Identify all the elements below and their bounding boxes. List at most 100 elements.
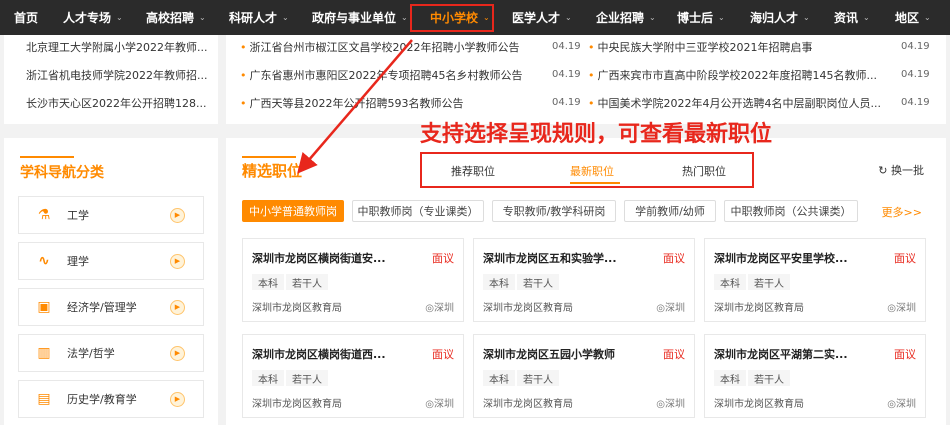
news-link[interactable]: 浙江省机电技师学院2022年教师招... <box>26 65 212 85</box>
job-tag: 本科 <box>714 274 746 290</box>
book-icon: ▤ <box>37 391 51 407</box>
nav-item-postdoc[interactable]: 博士后 ⌄ <box>677 0 725 35</box>
job-card[interactable]: 深圳市龙岗区平湖第二实... 面议 本科 若干人 深圳市龙岗区教育局 ◎深圳 <box>704 334 926 418</box>
nav-item-research[interactable]: 科研人才 ⌄ <box>229 0 289 35</box>
job-card[interactable]: 深圳市龙岗区横岗街道安... 面议 本科 若干人 深圳市龙岗区教育局 ◎深圳 <box>242 238 464 322</box>
chip-vocational-specialized[interactable]: 中职教师岗（专业课类） <box>352 200 484 222</box>
job-title: 深圳市龙岗区横岗街道安... <box>252 252 386 265</box>
nav-item-region[interactable]: 地区 ⌄ <box>895 0 931 35</box>
news-link[interactable]: • 广西来宾市市直高中阶段学校2022年度招聘145名教师... <box>588 65 888 85</box>
news-date: 04.19 <box>901 41 930 52</box>
chip-preschool[interactable]: 学前教师/幼师 <box>624 200 716 222</box>
news-title: 广西来宾市市直高中阶段学校2022年度招聘145名教师... <box>597 69 877 82</box>
chip-primary-teacher[interactable]: 中小学普通教师岗 <box>242 200 344 222</box>
location-pin-icon: ◎ <box>887 303 896 314</box>
news-title: 中央民族大学附中三亚学校2021年招聘启事 <box>597 41 813 54</box>
news-date: 04.19 <box>901 69 930 80</box>
category-item-economics[interactable]: ▣ 经济学/管理学 ▶ <box>18 288 204 326</box>
job-employer: 深圳市龙岗区教育局 <box>483 303 573 314</box>
job-employer: 深圳市龙岗区教育局 <box>252 399 342 410</box>
bullet-icon: • <box>240 68 247 82</box>
chip-fulltime-research[interactable]: 专职教师/教学科研岗 <box>492 200 616 222</box>
job-card[interactable]: 深圳市龙岗区平安里学校... 面议 本科 若干人 深圳市龙岗区教育局 ◎深圳 <box>704 238 926 322</box>
chevron-down-icon: ⌄ <box>199 13 206 22</box>
job-location: ◎深圳 <box>887 299 916 314</box>
refresh-button[interactable]: ↻ 换一批 <box>878 162 924 178</box>
category-item-science[interactable]: ∿ 理学 ▶ <box>18 242 204 280</box>
news-title: 广西天等县2022年公开招聘593名教师公告 <box>249 97 464 110</box>
job-location: ◎深圳 <box>425 299 454 314</box>
job-tag: 若干人 <box>748 370 790 386</box>
category-label: 工学 <box>67 209 89 222</box>
featured-jobs-panel: 精选职位 推荐职位 最新职位 热门职位 ↻ 换一批 中小学普通教师岗 中职教师岗… <box>226 138 946 425</box>
category-item-engineering[interactable]: ⚗ 工学 ▶ <box>18 196 204 234</box>
job-location-label: 深圳 <box>896 399 916 410</box>
job-location-label: 深圳 <box>665 399 685 410</box>
job-tag: 本科 <box>483 370 515 386</box>
job-tag: 本科 <box>714 370 746 386</box>
flask-icon: ⚗ <box>37 207 51 223</box>
category-title: 学科导航分类 <box>20 165 104 181</box>
nav-label: 海归人才 <box>750 11 799 25</box>
category-item-history[interactable]: ▤ 历史学/教育学 ▶ <box>18 380 204 418</box>
nav-label: 人才专场 <box>63 11 112 25</box>
nav-item-government[interactable]: 政府与事业单位 ⌄ <box>312 0 408 35</box>
job-card[interactable]: 深圳市龙岗区五和实验学... 面议 本科 若干人 深圳市龙岗区教育局 ◎深圳 <box>473 238 695 322</box>
job-tag: 本科 <box>252 370 284 386</box>
news-link[interactable]: • 浙江省台州市椒江区文昌学校2022年招聘小学教师公告 <box>240 37 546 57</box>
nav-item-returnees[interactable]: 海归人才 ⌄ <box>750 0 810 35</box>
nav-label: 首页 <box>14 11 39 25</box>
nav-item-enterprise[interactable]: 企业招聘 ⌄ <box>596 0 656 35</box>
job-title: 深圳市龙岗区平安里学校... <box>714 252 848 265</box>
bullet-icon: • <box>588 40 595 54</box>
nav-label: 医学人才 <box>512 11 561 25</box>
tab-latest[interactable]: 最新职位 <box>570 163 614 179</box>
bullet-icon: • <box>240 96 247 110</box>
news-link[interactable]: • 中国美术学院2022年4月公开选聘4名中层副职岗位人员... <box>588 93 888 113</box>
annotation-text: 支持选择呈现规则，可查看最新职位 <box>420 122 773 147</box>
category-label: 法学/哲学 <box>67 347 115 360</box>
play-icon: ▶ <box>170 345 185 361</box>
chart-icon: ▣ <box>37 299 51 315</box>
nav-item-medical[interactable]: 医学人才 ⌄ <box>512 0 572 35</box>
nav-item-news[interactable]: 资讯 ⌄ <box>834 0 870 35</box>
news-link[interactable]: • 广东省惠州市惠阳区2022年专项招聘45名乡村教师公告 <box>240 65 546 85</box>
nav-label: 企业招聘 <box>596 11 645 25</box>
news-link[interactable]: 长沙市天心区2022年公开招聘128... <box>26 93 212 113</box>
tab-recommended[interactable]: 推荐职位 <box>451 163 495 179</box>
tab-popular[interactable]: 热门职位 <box>682 163 726 179</box>
nav-item-university[interactable]: 高校招聘 ⌄ <box>146 0 206 35</box>
news-link[interactable]: • 广西天等县2022年公开招聘593名教师公告 <box>240 93 546 113</box>
job-card[interactable]: 深圳市龙岗区横岗街道西... 面议 本科 若干人 深圳市龙岗区教育局 ◎深圳 <box>242 334 464 418</box>
chevron-down-icon: ⌄ <box>565 13 572 22</box>
news-date: 04.19 <box>901 97 930 108</box>
category-label: 理学 <box>67 255 89 268</box>
job-title: 深圳市龙岗区横岗街道西... <box>252 348 386 361</box>
play-icon: ▶ <box>170 253 185 269</box>
nav-item-talent[interactable]: 人才专场 ⌄ <box>63 0 123 35</box>
job-tag: 若干人 <box>286 370 328 386</box>
nav-label: 资讯 <box>834 11 859 25</box>
section-underline <box>20 156 74 158</box>
category-item-law[interactable]: ▥ 法学/哲学 ▶ <box>18 334 204 372</box>
job-salary: 面议 <box>432 348 454 361</box>
job-tag: 若干人 <box>748 274 790 290</box>
job-card[interactable]: 深圳市龙岗区五园小学教师 面议 本科 若干人 深圳市龙岗区教育局 ◎深圳 <box>473 334 695 418</box>
job-salary: 面议 <box>894 252 916 265</box>
location-pin-icon: ◎ <box>887 399 896 410</box>
job-salary: 面议 <box>663 348 685 361</box>
location-pin-icon: ◎ <box>656 303 665 314</box>
news-link[interactable]: • 中央民族大学附中三亚学校2021年招聘启事 <box>588 37 888 57</box>
nav-item-home[interactable]: 首页 <box>14 0 38 35</box>
active-tab-underline <box>570 182 620 184</box>
chevron-down-icon: ⌄ <box>282 13 289 22</box>
job-location-label: 深圳 <box>896 303 916 314</box>
more-link[interactable]: 更多>> <box>882 204 922 220</box>
news-link[interactable]: 北京理工大学附属小学2022年教师... <box>26 37 212 57</box>
location-pin-icon: ◎ <box>425 399 434 410</box>
chevron-down-icon: ⌄ <box>116 13 123 22</box>
chip-vocational-public[interactable]: 中职教师岗（公共课类） <box>724 200 858 222</box>
job-salary: 面议 <box>894 348 916 361</box>
section-underline <box>242 156 296 158</box>
job-title: 深圳市龙岗区五园小学教师 <box>483 348 615 361</box>
